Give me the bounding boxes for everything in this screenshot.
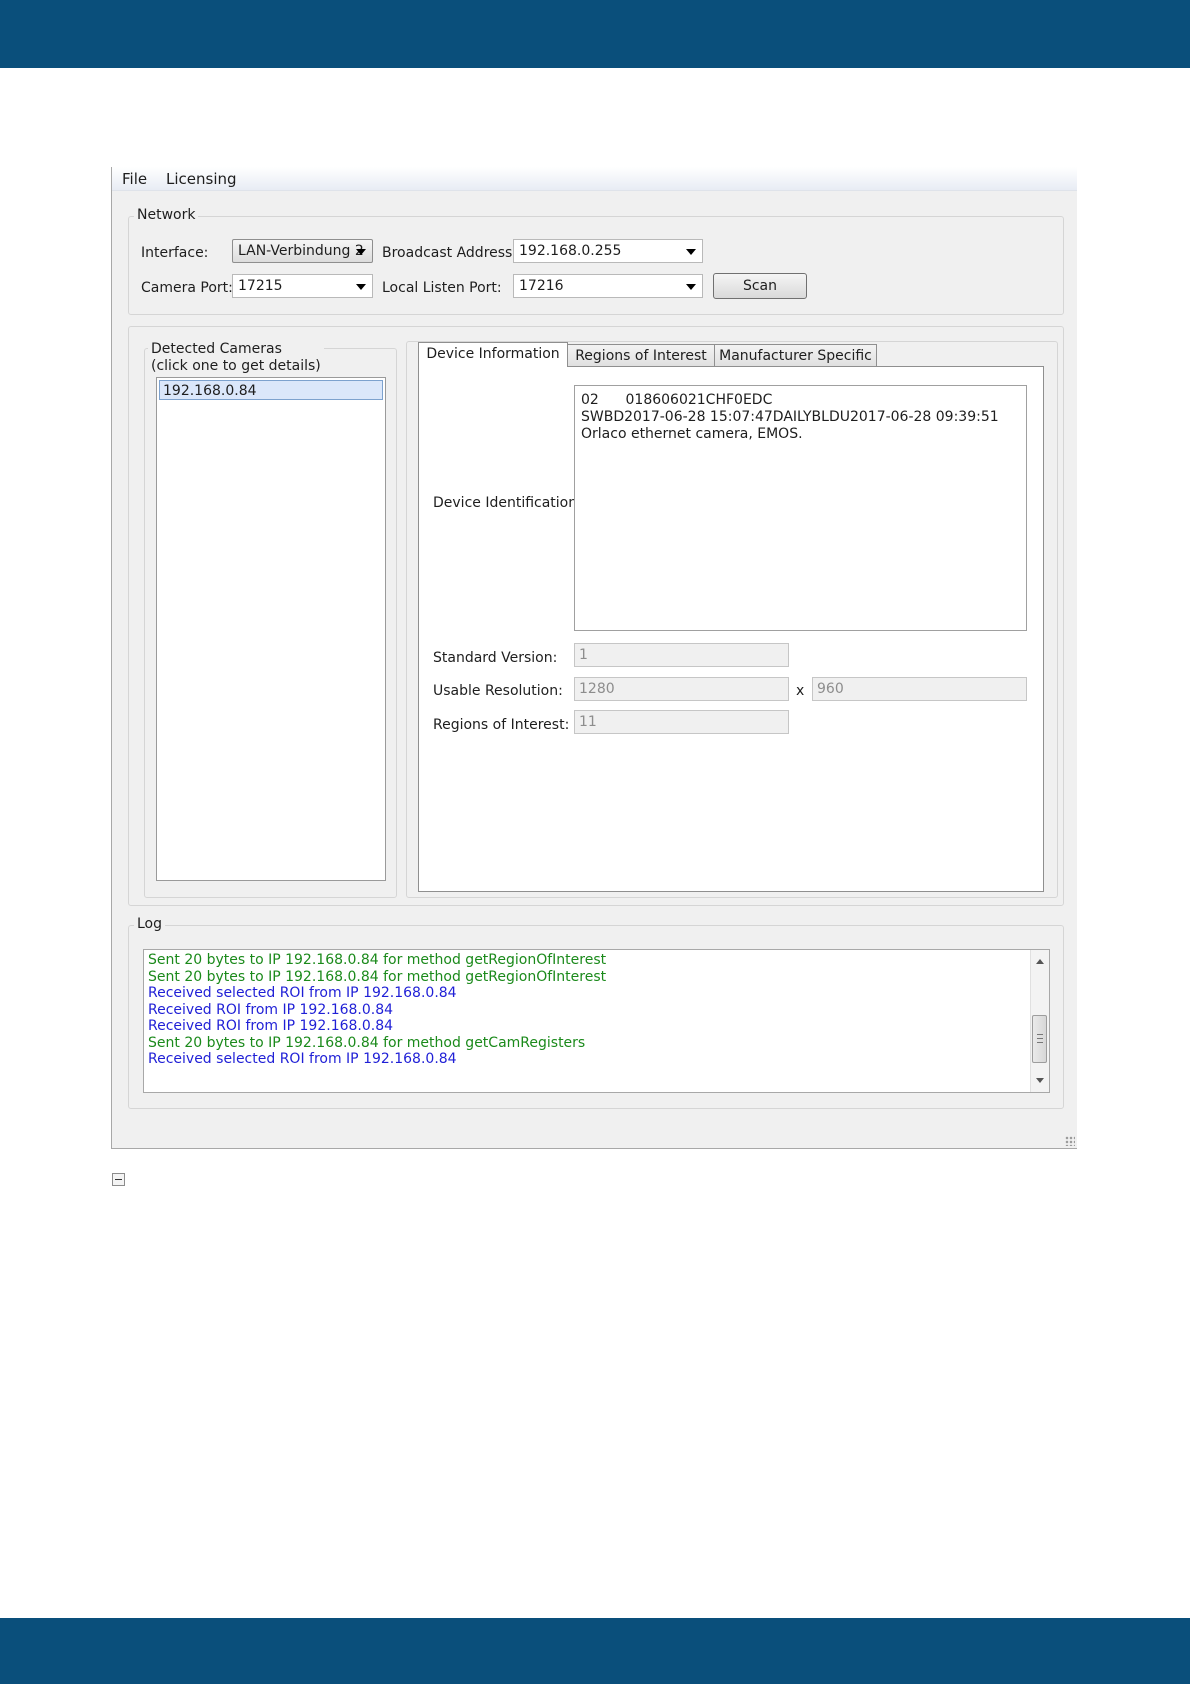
- resolution-width-field: 1280: [574, 677, 789, 701]
- main-area-group: Detected Cameras (click one to get detai…: [128, 326, 1064, 906]
- log-line: Sent 20 bytes to IP 192.168.0.84 for met…: [148, 968, 607, 985]
- camera-config-window: File Licensing Network Interface: LAN-Ve…: [111, 167, 1077, 1149]
- scroll-down-icon[interactable]: [1036, 1078, 1044, 1083]
- network-group-title: Network: [134, 207, 199, 223]
- log-group: Log Sent 20 bytes to IP 192.168.0.84 for…: [128, 916, 1064, 1109]
- chevron-down-icon: [356, 284, 366, 290]
- log-group-title: Log: [134, 916, 166, 932]
- broadcast-address-dropdown[interactable]: 192.168.0.255: [513, 239, 703, 263]
- camera-port-dropdown[interactable]: 17215: [232, 274, 373, 298]
- log-output[interactable]: Sent 20 bytes to IP 192.168.0.84 for met…: [143, 949, 1050, 1093]
- tab-device-information[interactable]: Device Information: [418, 342, 568, 367]
- broadcast-address-value: 192.168.0.255: [519, 243, 622, 259]
- chevron-down-icon: [356, 249, 366, 255]
- listen-port-label: Local Listen Port:: [382, 280, 502, 296]
- log-line: Sent 20 bytes to IP 192.168.0.84 for met…: [148, 1034, 586, 1051]
- scrollbar-thumb[interactable]: [1032, 1015, 1047, 1063]
- listen-port-value: 17216: [519, 278, 564, 294]
- top-banner: [0, 0, 1190, 68]
- log-line: Received selected ROI from IP 192.168.0.…: [148, 985, 457, 1001]
- detected-cameras-hint: (click one to get details): [151, 358, 321, 374]
- log-line: Sent 20 bytes to IP 192.168.0.84 for met…: [148, 952, 607, 968]
- chevron-down-icon: [686, 284, 696, 290]
- device-information-page: Device Identification: 02 018606021CHF0E…: [418, 366, 1044, 892]
- interface-label: Interface:: [141, 245, 209, 261]
- network-group: Network Interface: LAN-Verbindung 2 Broa…: [128, 207, 1064, 315]
- camera-port-value: 17215: [238, 278, 283, 294]
- log-line: Received ROI from IP 192.168.0.84: [148, 1018, 394, 1034]
- regions-of-interest-field: 11: [574, 710, 789, 734]
- tab-manufacturer-specific[interactable]: Manufacturer Specific: [714, 344, 877, 367]
- resolution-height-field: 960: [812, 677, 1027, 701]
- scan-button[interactable]: Scan: [713, 273, 807, 299]
- detected-cameras-group: Detected Cameras (click one to get detai…: [144, 341, 397, 898]
- broadcast-address-label: Broadcast Address:: [382, 245, 518, 261]
- usable-resolution-label: Usable Resolution:: [433, 683, 563, 699]
- camera-list-item[interactable]: 192.168.0.84: [159, 380, 383, 400]
- log-line: Received ROI from IP 192.168.0.84: [148, 1001, 394, 1018]
- collapse-icon[interactable]: [112, 1173, 125, 1186]
- standard-version-field: 1: [574, 643, 789, 667]
- menu-licensing[interactable]: Licensing: [166, 170, 237, 188]
- resize-grip-icon[interactable]: [1065, 1136, 1075, 1146]
- listen-port-dropdown[interactable]: 17216: [513, 274, 703, 298]
- camera-port-label: Camera Port:: [141, 280, 233, 296]
- tab-regions-of-interest[interactable]: Regions of Interest: [567, 344, 715, 367]
- bottom-banner: [0, 1618, 1190, 1684]
- menu-bar: File Licensing: [112, 167, 1077, 191]
- log-scrollbar[interactable]: [1030, 950, 1049, 1092]
- interface-dropdown[interactable]: LAN-Verbindung 2: [232, 239, 373, 263]
- detected-cameras-list[interactable]: 192.168.0.84: [156, 377, 386, 881]
- log-line: Received selected ROI from IP 192.168.0.…: [148, 1051, 457, 1067]
- standard-version-label: Standard Version:: [433, 650, 558, 666]
- device-identification-textarea[interactable]: 02 018606021CHF0EDC SWBD2017-06-28 15:07…: [574, 385, 1027, 631]
- device-identification-label: Device Identification:: [433, 495, 582, 511]
- menu-file[interactable]: File: [122, 170, 147, 188]
- resolution-separator: x: [796, 683, 805, 699]
- details-panel: Device Information Regions of Interest M…: [406, 341, 1058, 898]
- grip-icon: [1037, 1034, 1043, 1043]
- detected-cameras-title: Detected Cameras (click one to get detai…: [148, 341, 324, 375]
- interface-value: LAN-Verbindung 2: [238, 243, 364, 259]
- regions-of-interest-label: Regions of Interest:: [433, 717, 570, 733]
- detected-cameras-heading: Detected Cameras: [151, 341, 282, 357]
- chevron-down-icon: [686, 249, 696, 255]
- scroll-up-icon[interactable]: [1036, 959, 1044, 964]
